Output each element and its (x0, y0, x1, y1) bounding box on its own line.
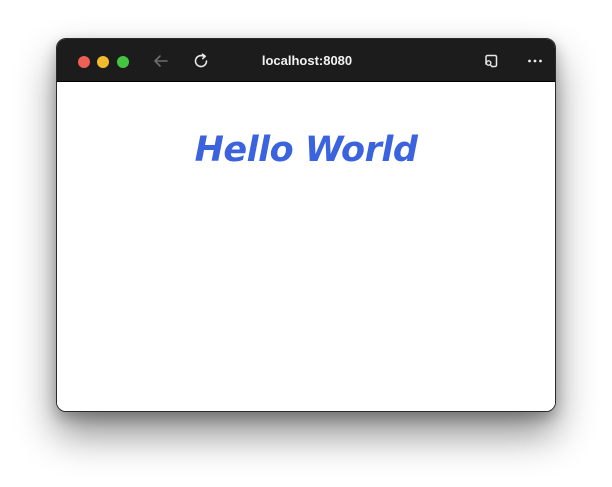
cast-button[interactable] (479, 49, 503, 73)
screenshot-stage: localhost:8080 Hello World (0, 0, 612, 487)
close-window-button[interactable] (78, 56, 90, 68)
back-arrow-icon (154, 55, 168, 67)
browser-titlebar: localhost:8080 (57, 39, 555, 82)
cast-icon (485, 54, 498, 68)
maximize-window-button[interactable] (117, 56, 129, 68)
more-options-button[interactable] (523, 49, 547, 73)
minimize-window-button[interactable] (97, 56, 109, 68)
browser-window: localhost:8080 Hello World (56, 38, 556, 412)
page-heading: Hello World (194, 130, 418, 170)
page-content: Hello World (57, 82, 555, 411)
back-button[interactable] (149, 49, 173, 73)
address-bar[interactable]: localhost:8080 (207, 51, 407, 71)
more-options-icon (528, 59, 542, 63)
